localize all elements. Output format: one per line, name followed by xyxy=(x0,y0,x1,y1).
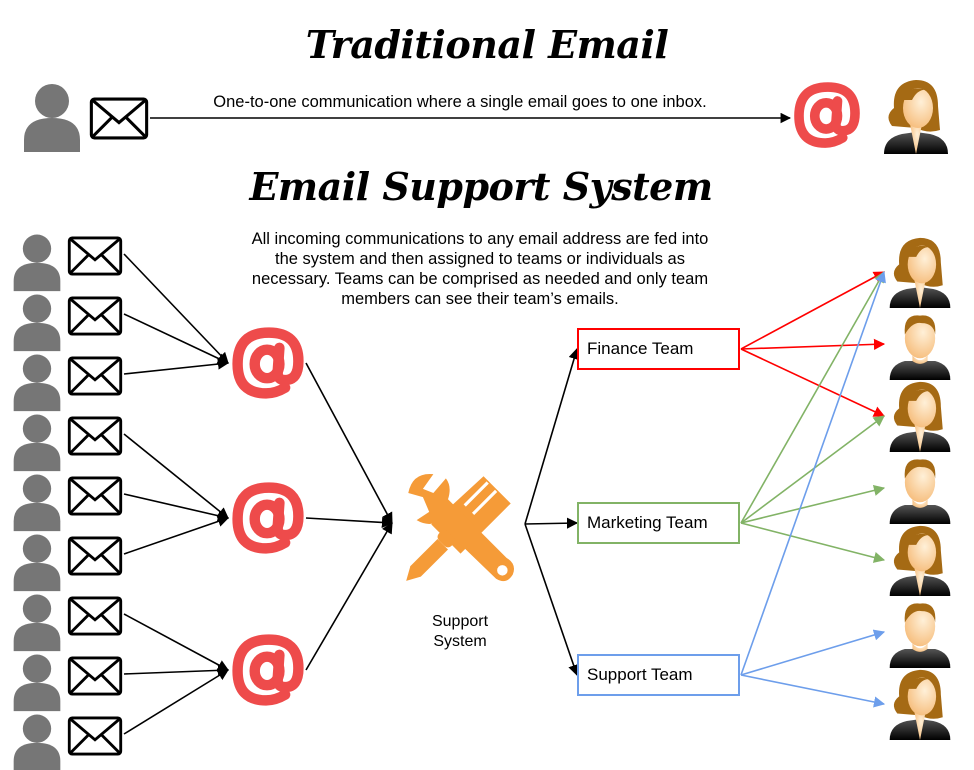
hub-to-team-arrow xyxy=(524,523,580,677)
sender-person-icon xyxy=(13,534,61,592)
inbox-to-hub-arrow xyxy=(305,516,394,529)
male-user-icon xyxy=(889,315,951,380)
finance-team-box[interactable]: Finance Team xyxy=(577,328,740,370)
support-system-label-line: Support xyxy=(431,613,489,630)
envelope-icon xyxy=(67,236,123,276)
at-sign-icon xyxy=(238,333,299,394)
inboxes-group xyxy=(238,333,299,701)
envelope-icon xyxy=(67,656,123,696)
envelope-icon xyxy=(67,596,123,636)
senders-group xyxy=(13,234,123,770)
sender-to-inbox-arrow xyxy=(123,253,229,364)
support-system-label-line: System xyxy=(433,633,487,650)
female-user-icon xyxy=(889,669,951,740)
sender-person-icon xyxy=(13,414,61,472)
sender-person-icon xyxy=(13,474,61,532)
sender-person-icon xyxy=(13,654,61,712)
sender-to-inbox-arrow xyxy=(123,669,229,735)
female-user-icon xyxy=(884,80,948,154)
sender-person-icon xyxy=(13,594,61,652)
diagram-canvas xyxy=(13,80,951,770)
sender-to-inbox-arrow xyxy=(123,613,229,671)
marketing-team-box[interactable]: Marketing Team xyxy=(577,502,740,544)
sender-person-icon xyxy=(13,354,61,412)
support-system-tools-icon xyxy=(404,472,516,583)
at-sign-icon xyxy=(238,640,299,701)
team-to-recipient-arrow xyxy=(740,674,886,708)
recipients-group xyxy=(889,237,951,740)
team-to-recipient-arrow xyxy=(740,270,886,676)
male-user-icon xyxy=(889,603,951,668)
support-team-box[interactable]: Support Team xyxy=(577,654,740,696)
sender-to-inbox-arrow xyxy=(123,516,230,555)
hub-to-team-arrow xyxy=(524,347,580,525)
marketing-team-label: Marketing Team xyxy=(587,513,708,532)
envelope-icon xyxy=(67,296,123,336)
team-to-recipient-arrow xyxy=(740,629,886,676)
at-sign-icon xyxy=(799,87,855,143)
sender-person-icon xyxy=(24,84,80,152)
support-system-label: Support System xyxy=(405,612,515,652)
sender-to-inbox-arrow xyxy=(123,358,230,375)
envelope-icon xyxy=(67,716,123,756)
hub-to-team-arrow xyxy=(524,517,579,529)
team-to-recipient-arrow xyxy=(740,348,886,417)
sender-person-icon xyxy=(13,234,61,292)
envelope-icon xyxy=(67,476,123,516)
at-sign-icon xyxy=(238,488,299,549)
sender-person-icon xyxy=(13,294,61,352)
team-to-recipient-arrow xyxy=(740,415,885,524)
female-user-icon xyxy=(889,525,951,596)
inbox-to-hub-arrow xyxy=(305,522,393,671)
team-to-recipient-arrow xyxy=(740,484,886,524)
envelope-icon xyxy=(67,536,123,576)
finance-team-label: Finance Team xyxy=(587,339,694,358)
envelope-icon xyxy=(89,97,149,140)
female-user-icon xyxy=(889,237,951,308)
team-to-recipient-arrow xyxy=(740,338,886,350)
sender-to-inbox-arrow xyxy=(123,664,230,676)
sender-person-icon xyxy=(13,714,61,770)
inbox-to-hub-arrow xyxy=(305,362,393,524)
team-to-recipient-arrow xyxy=(740,522,886,563)
support-team-label: Support Team xyxy=(587,665,693,684)
male-user-icon xyxy=(889,459,951,524)
envelope-icon xyxy=(67,416,123,456)
envelope-icon xyxy=(67,356,123,396)
sender-to-inbox-arrow xyxy=(123,313,230,364)
female-user-icon xyxy=(889,381,951,452)
